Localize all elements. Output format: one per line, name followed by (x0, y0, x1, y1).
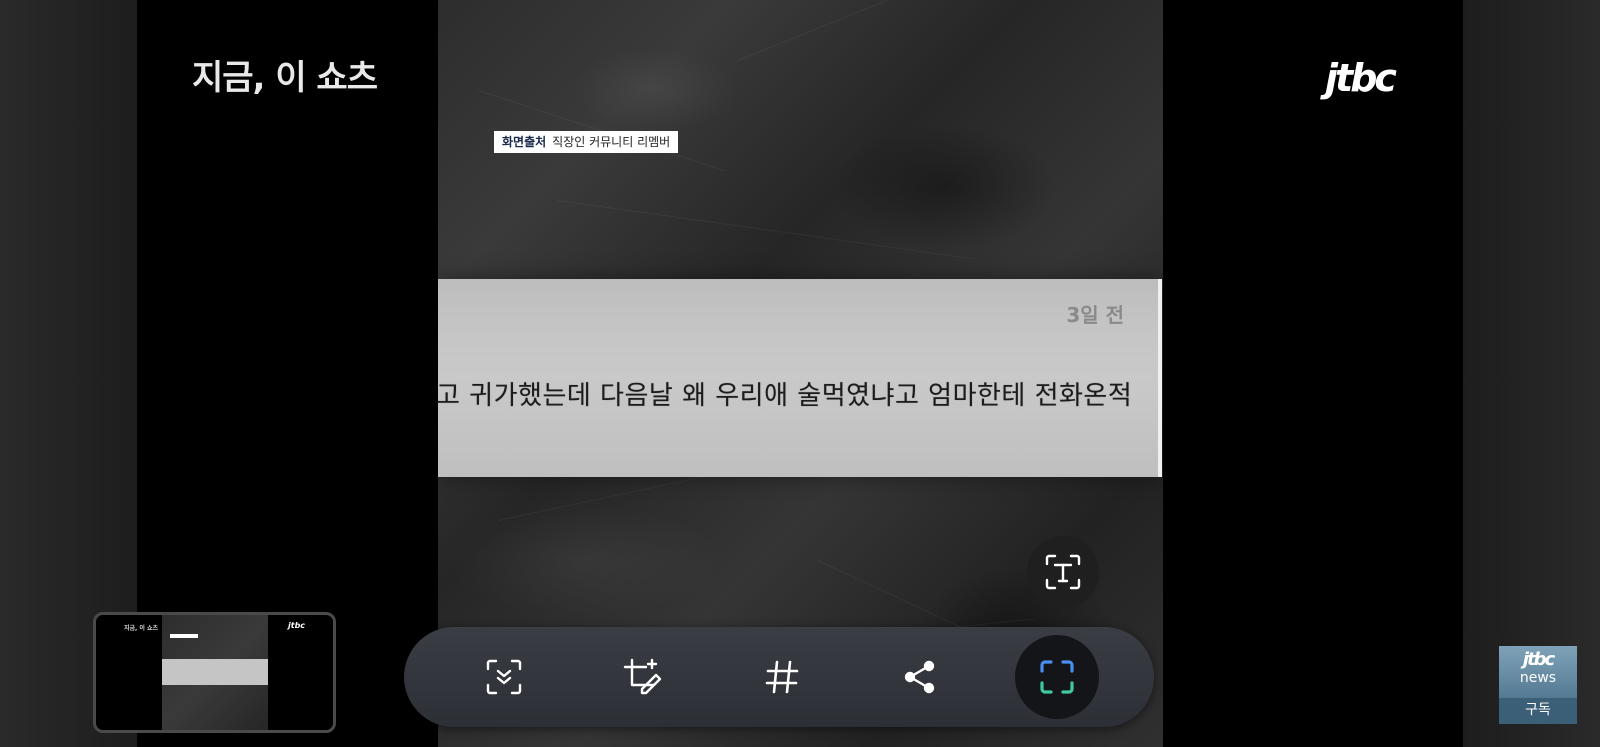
crop-edit-icon (623, 658, 662, 695)
subscribe-label: 구독 (1525, 702, 1551, 718)
hashtag-button[interactable] (760, 655, 804, 699)
community-post-card: 3일 전 고 귀가했는데 다음날 왜 우리애 술먹였냐고 엄마한테 전화온적 (436, 279, 1162, 477)
source-caption: 화면출처 직장인 커뮤니티 리멤버 (494, 131, 679, 153)
screenshot-thumbnail[interactable]: 지금, 이 쇼츠 jtbc (93, 612, 336, 733)
subscribe-button[interactable]: jtbc news 구독 (1499, 646, 1577, 724)
thumbnail-show-title: 지금, 이 쇼츠 (124, 625, 159, 632)
thumbnail-caption (170, 634, 198, 638)
thumbnail-jtbc-logo: jtbc (288, 621, 306, 630)
card-edge (1158, 279, 1162, 477)
post-timestamp: 3일 전 (1066, 303, 1124, 327)
blurred-background-right (1463, 0, 1600, 747)
scroll-capture-button[interactable] (482, 655, 526, 699)
thumbnail-post-card (162, 659, 268, 685)
share-icon (904, 660, 935, 694)
source-label: 화면출처 (502, 135, 547, 149)
smart-select-icon (1040, 660, 1074, 694)
jtbc-news-logo: jtbc news (1499, 646, 1577, 698)
text-scan-button[interactable] (1027, 536, 1099, 608)
smart-select-button[interactable] (1015, 635, 1099, 719)
crop-edit-button[interactable] (620, 655, 664, 699)
scroll-capture-icon (486, 659, 522, 695)
screenshot-toolbar (404, 627, 1154, 727)
share-button[interactable] (898, 655, 942, 699)
subscribe-logo-sub: news (1519, 670, 1557, 686)
text-scan-icon (1045, 554, 1081, 590)
show-title: 지금, 이 쇼츠 (192, 58, 378, 98)
jtbc-logo: jtbc (1325, 56, 1397, 100)
source-text: 직장인 커뮤니티 리멤버 (552, 135, 671, 149)
post-text: 고 귀가했는데 다음날 왜 우리애 술먹였냐고 엄마한테 전화온적 (436, 381, 1133, 411)
hashtag-icon (765, 660, 799, 694)
subscribe-logo: jtbc (1522, 649, 1555, 670)
